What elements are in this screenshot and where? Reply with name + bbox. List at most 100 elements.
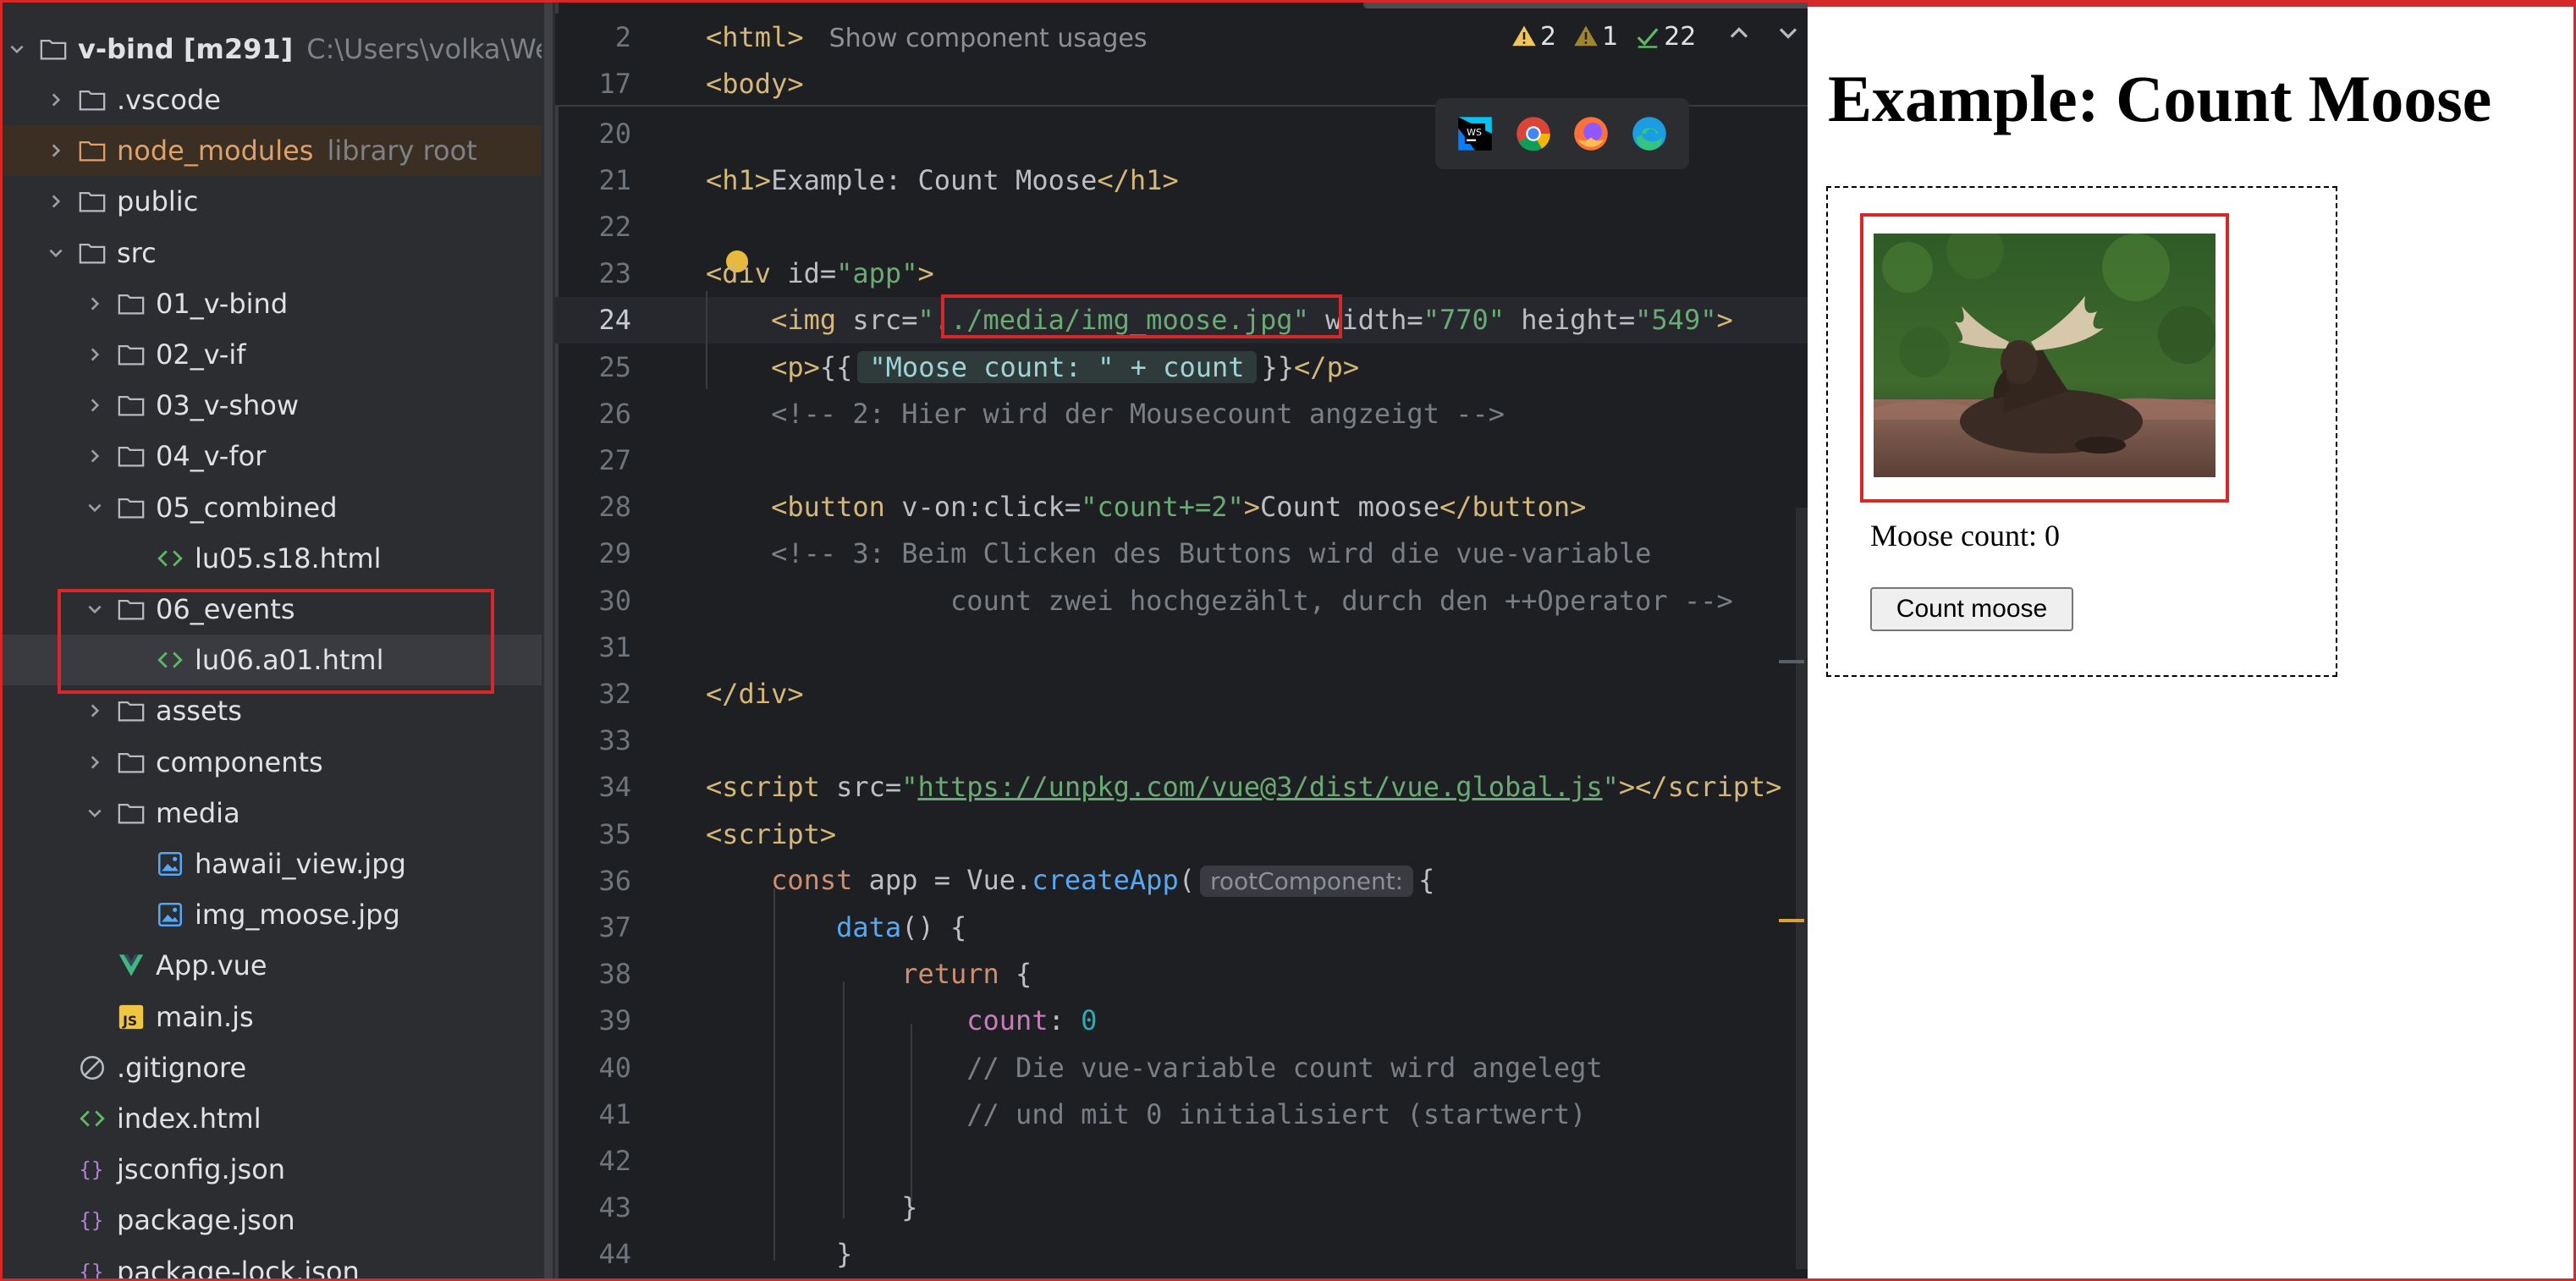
line-number: 39	[598, 1004, 631, 1037]
code-line[interactable]: 22	[555, 203, 1808, 250]
warning-icon	[1512, 25, 1536, 47]
chevron-right-icon[interactable]	[78, 338, 112, 371]
chevron-down-icon[interactable]	[0, 32, 34, 66]
tree-item-app-vue[interactable]: App.vue	[0, 940, 555, 991]
tree-item-public[interactable]: public	[0, 176, 555, 227]
code-line[interactable]: 41 // und mit 0 initialisiert (startwert…	[555, 1091, 1808, 1137]
tree-item-03-v-show[interactable]: 03_v-show	[0, 380, 555, 431]
tree-item-components[interactable]: components	[0, 737, 555, 788]
tree-item-label: index.html	[117, 1102, 261, 1135]
chevron-right-icon[interactable]	[78, 745, 112, 779]
code-editor[interactable]: 2 <html> Show component usages 17 <body> …	[555, 0, 1808, 1281]
json-icon: {}	[73, 1152, 112, 1186]
app-container: Moose count: 0 Count moose	[1826, 186, 2337, 677]
chevron-down-icon[interactable]	[1775, 20, 1801, 52]
tree-item-04-v-for[interactable]: 04_v-for	[0, 431, 555, 481]
code-line[interactable]: 38 return {	[555, 951, 1808, 998]
tree-item-label: components	[156, 745, 323, 778]
tree-item-label: hawaii_view.jpg	[195, 848, 406, 880]
moose-image	[1874, 234, 2215, 477]
tree-item-label: node_modules	[117, 135, 314, 168]
chevron-right-icon[interactable]	[39, 83, 73, 117]
code-line[interactable]: 36 const app = Vue.createApp(rootCompone…	[555, 857, 1808, 904]
folder-icon	[112, 694, 151, 728]
code-text: </div>	[706, 677, 804, 710]
tree-item-src[interactable]: src	[0, 228, 555, 278]
code-line[interactable]: 42	[555, 1137, 1808, 1184]
chevron-right-icon[interactable]	[78, 439, 112, 473]
code-line[interactable]: 30 count zwei hochgezählt, durch den ++O…	[555, 577, 1808, 624]
tree-item-vscode[interactable]: .vscode	[0, 74, 555, 125]
code-text: <script src="https://unpkg.com/vue@3/dis…	[706, 771, 1782, 804]
chevron-down-icon[interactable]	[78, 796, 112, 830]
tree-item-index-html[interactable]: index.html	[0, 1093, 555, 1144]
code-line[interactable]: 21 <h1>Example: Count Moose</h1>	[555, 157, 1808, 203]
code-line[interactable]: 25 <p>{{"Moose count: " + count}}</p>	[555, 344, 1808, 390]
code-line[interactable]: 32 </div>	[555, 670, 1808, 717]
line-number: 43	[598, 1191, 631, 1224]
tree-item-label: jsconfig.json	[117, 1153, 286, 1186]
line-number: 34	[598, 771, 631, 804]
tree-item-gitignore[interactable]: .gitignore	[0, 1042, 555, 1093]
show-usages-link[interactable]: Show component usages	[829, 24, 1148, 53]
horizontal-scrollbar[interactable]	[1363, 0, 1808, 8]
tree-item-05-combined[interactable]: 05_combined	[0, 482, 555, 533]
code-line[interactable]: 40 // Die vue-variable count wird angele…	[555, 1044, 1808, 1091]
page-heading: Example: Count Moose	[1828, 62, 2492, 135]
line-number: 33	[598, 724, 631, 757]
chevron-up-icon[interactable]	[1726, 20, 1752, 52]
json-icon: {}	[73, 1203, 112, 1237]
chevron-right-icon[interactable]	[78, 388, 112, 422]
code-line[interactable]: 34 <script src="https://unpkg.com/vue@3/d…	[555, 764, 1808, 811]
tree-item-01-v-bind[interactable]: 01_v-bind	[0, 278, 555, 329]
code-line[interactable]: 23 <div id="app">	[555, 250, 1808, 297]
editor-scrollbar[interactable]	[1796, 508, 1808, 1269]
tree-item-node-modules[interactable]: node_modules library root	[0, 125, 555, 177]
code-line[interactable]: 28 <button v-on:click="count+=2">Count m…	[555, 484, 1808, 531]
tree-item-img-moose-jpg[interactable]: img_moose.jpg	[0, 889, 555, 940]
code-line[interactable]: 31	[555, 624, 1808, 670]
check-icon	[1637, 28, 1659, 48]
browser-preview: Example: Count Moose Moose count: 0 Coun…	[1808, 0, 2576, 1281]
inspection-widget[interactable]: 2 1 22	[1511, 20, 1801, 52]
code-line[interactable]: 39 count: 0	[555, 998, 1808, 1044]
chevron-right-icon[interactable]	[78, 287, 112, 321]
tree-item-lu05-s18-html[interactable]: lu05.s18.html	[0, 533, 555, 584]
line-number: 42	[598, 1144, 631, 1177]
chevron-down-icon[interactable]	[39, 236, 73, 270]
folder-icon	[34, 32, 73, 66]
tree-scrollbar[interactable]	[542, 0, 555, 1281]
library-root-hint: library root	[327, 135, 477, 168]
code-line[interactable]: 20	[555, 110, 1808, 157]
line-number: 26	[598, 397, 631, 430]
tree-item-media[interactable]: media	[0, 788, 555, 838]
tree-item-package-json[interactable]: {} package.json	[0, 1195, 555, 1245]
line-number: 25	[598, 350, 631, 383]
code-line[interactable]: 43 }	[555, 1185, 1808, 1231]
chevron-right-icon[interactable]	[78, 694, 112, 728]
tree-item-package-lock-json[interactable]: {} package-lock.json	[0, 1246, 555, 1281]
tree-item-label: 03_v-show	[156, 389, 300, 422]
chevron-right-icon[interactable]	[39, 184, 73, 218]
code-line[interactable]: 37 data() {	[555, 904, 1808, 950]
code-line[interactable]: 26 <!-- 2: Hier wird der Mousecount angz…	[555, 390, 1808, 437]
code-line[interactable]: 44 }	[555, 1231, 1808, 1278]
line-number: 40	[598, 1051, 631, 1084]
code-line[interactable]: 29 <!-- 3: Beim Clicken des Buttons wird…	[555, 531, 1808, 577]
code-text: <!-- 2: Hier wird der Mousecount angzeig…	[771, 397, 1505, 430]
count-moose-button[interactable]: Count moose	[1870, 587, 2073, 631]
code-line[interactable]: 35 <script>	[555, 811, 1808, 857]
tree-item-hawaii-view-jpg[interactable]: hawaii_view.jpg	[0, 838, 555, 889]
chevron-down-icon[interactable]	[78, 491, 112, 525]
code-line[interactable]: 27	[555, 437, 1808, 483]
chevron-right-icon[interactable]	[39, 134, 73, 168]
tree-item-jsconfig-json[interactable]: {} jsconfig.json	[0, 1144, 555, 1195]
tree-root[interactable]: v-bind [m291] C:\Users\volka\Webs	[0, 24, 555, 74]
tree-item-02-v-if[interactable]: 02_v-if	[0, 329, 555, 380]
tree-item-label: img_moose.jpg	[195, 899, 400, 932]
tree-item-label: main.js	[156, 1000, 254, 1033]
tree-item-main-js[interactable]: JS main.js	[0, 992, 555, 1042]
js-icon: JS	[112, 1000, 151, 1034]
code-line[interactable]: 33	[555, 717, 1808, 764]
code-text: // und mit 0 initialisiert (startwert)	[966, 1097, 1587, 1130]
